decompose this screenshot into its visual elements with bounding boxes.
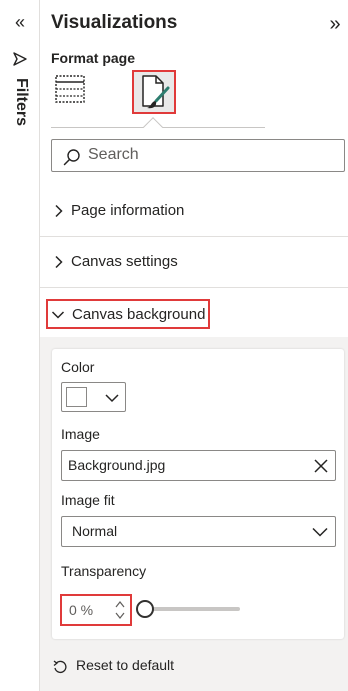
filters-label: Filters xyxy=(13,78,30,127)
chevron-down-icon xyxy=(51,311,65,319)
transparency-slider-track[interactable] xyxy=(144,607,240,611)
color-picker[interactable] xyxy=(61,382,126,412)
transparency-slider-thumb[interactable] xyxy=(136,600,154,618)
section-label: Canvas background xyxy=(72,306,206,323)
filters-pane-collapsed: « Filters xyxy=(0,0,40,691)
image-field[interactable]: Background.jpg xyxy=(61,450,336,481)
table-grid-icon xyxy=(55,75,85,103)
chevron-right-icon xyxy=(55,255,63,269)
section-label: Canvas settings xyxy=(71,253,178,270)
section-label: Page information xyxy=(71,202,185,219)
visualizations-pane: Visualizations » Format page Search Page… xyxy=(40,0,348,691)
funnel-icon[interactable] xyxy=(11,50,29,68)
image-fit-label: Image fit xyxy=(61,492,115,508)
transparency-value: 0 % xyxy=(69,602,94,618)
transparency-spinbox[interactable]: 0 % xyxy=(60,594,132,626)
chevron-down-icon xyxy=(105,394,119,403)
clear-icon[interactable] xyxy=(313,458,329,474)
search-icon xyxy=(63,149,80,166)
search-box[interactable]: Search xyxy=(51,139,345,172)
chevron-right-icon xyxy=(55,204,63,218)
image-filename: Background.jpg xyxy=(68,457,166,473)
section-page-information[interactable]: Page information xyxy=(40,186,348,237)
reset-label: Reset to default xyxy=(76,657,175,673)
paintbrush-page-icon xyxy=(142,75,170,109)
canvas-background-card: Color Image Background.jpg Image fit Nor… xyxy=(52,349,344,639)
canvas-background-body: Color Image Background.jpg Image fit Nor… xyxy=(40,337,348,691)
tab-format-page[interactable] xyxy=(132,70,176,114)
tab-build-visual[interactable] xyxy=(46,70,90,114)
search-input[interactable]: Search xyxy=(88,146,139,164)
reset-icon xyxy=(53,660,67,674)
pane-title: Visualizations xyxy=(51,12,178,33)
image-fit-dropdown[interactable]: Normal xyxy=(61,516,336,547)
color-label: Color xyxy=(61,359,95,375)
image-fit-value: Normal xyxy=(72,523,118,539)
expand-pane-icon[interactable]: » xyxy=(325,12,345,36)
section-canvas-background[interactable]: Canvas background xyxy=(46,299,210,329)
filters-label-container[interactable]: Filters xyxy=(8,78,32,138)
section-canvas-settings[interactable]: Canvas settings xyxy=(40,237,348,288)
collapse-filters-icon[interactable]: « xyxy=(10,12,30,32)
pane-subtitle: Format page xyxy=(51,50,136,66)
active-tab-pointer xyxy=(143,117,163,137)
transparency-label: Transparency xyxy=(61,563,147,579)
color-swatch xyxy=(66,387,87,407)
spin-arrows-icon[interactable] xyxy=(114,599,126,621)
image-label: Image xyxy=(61,426,100,442)
chevron-down-icon xyxy=(312,527,328,537)
